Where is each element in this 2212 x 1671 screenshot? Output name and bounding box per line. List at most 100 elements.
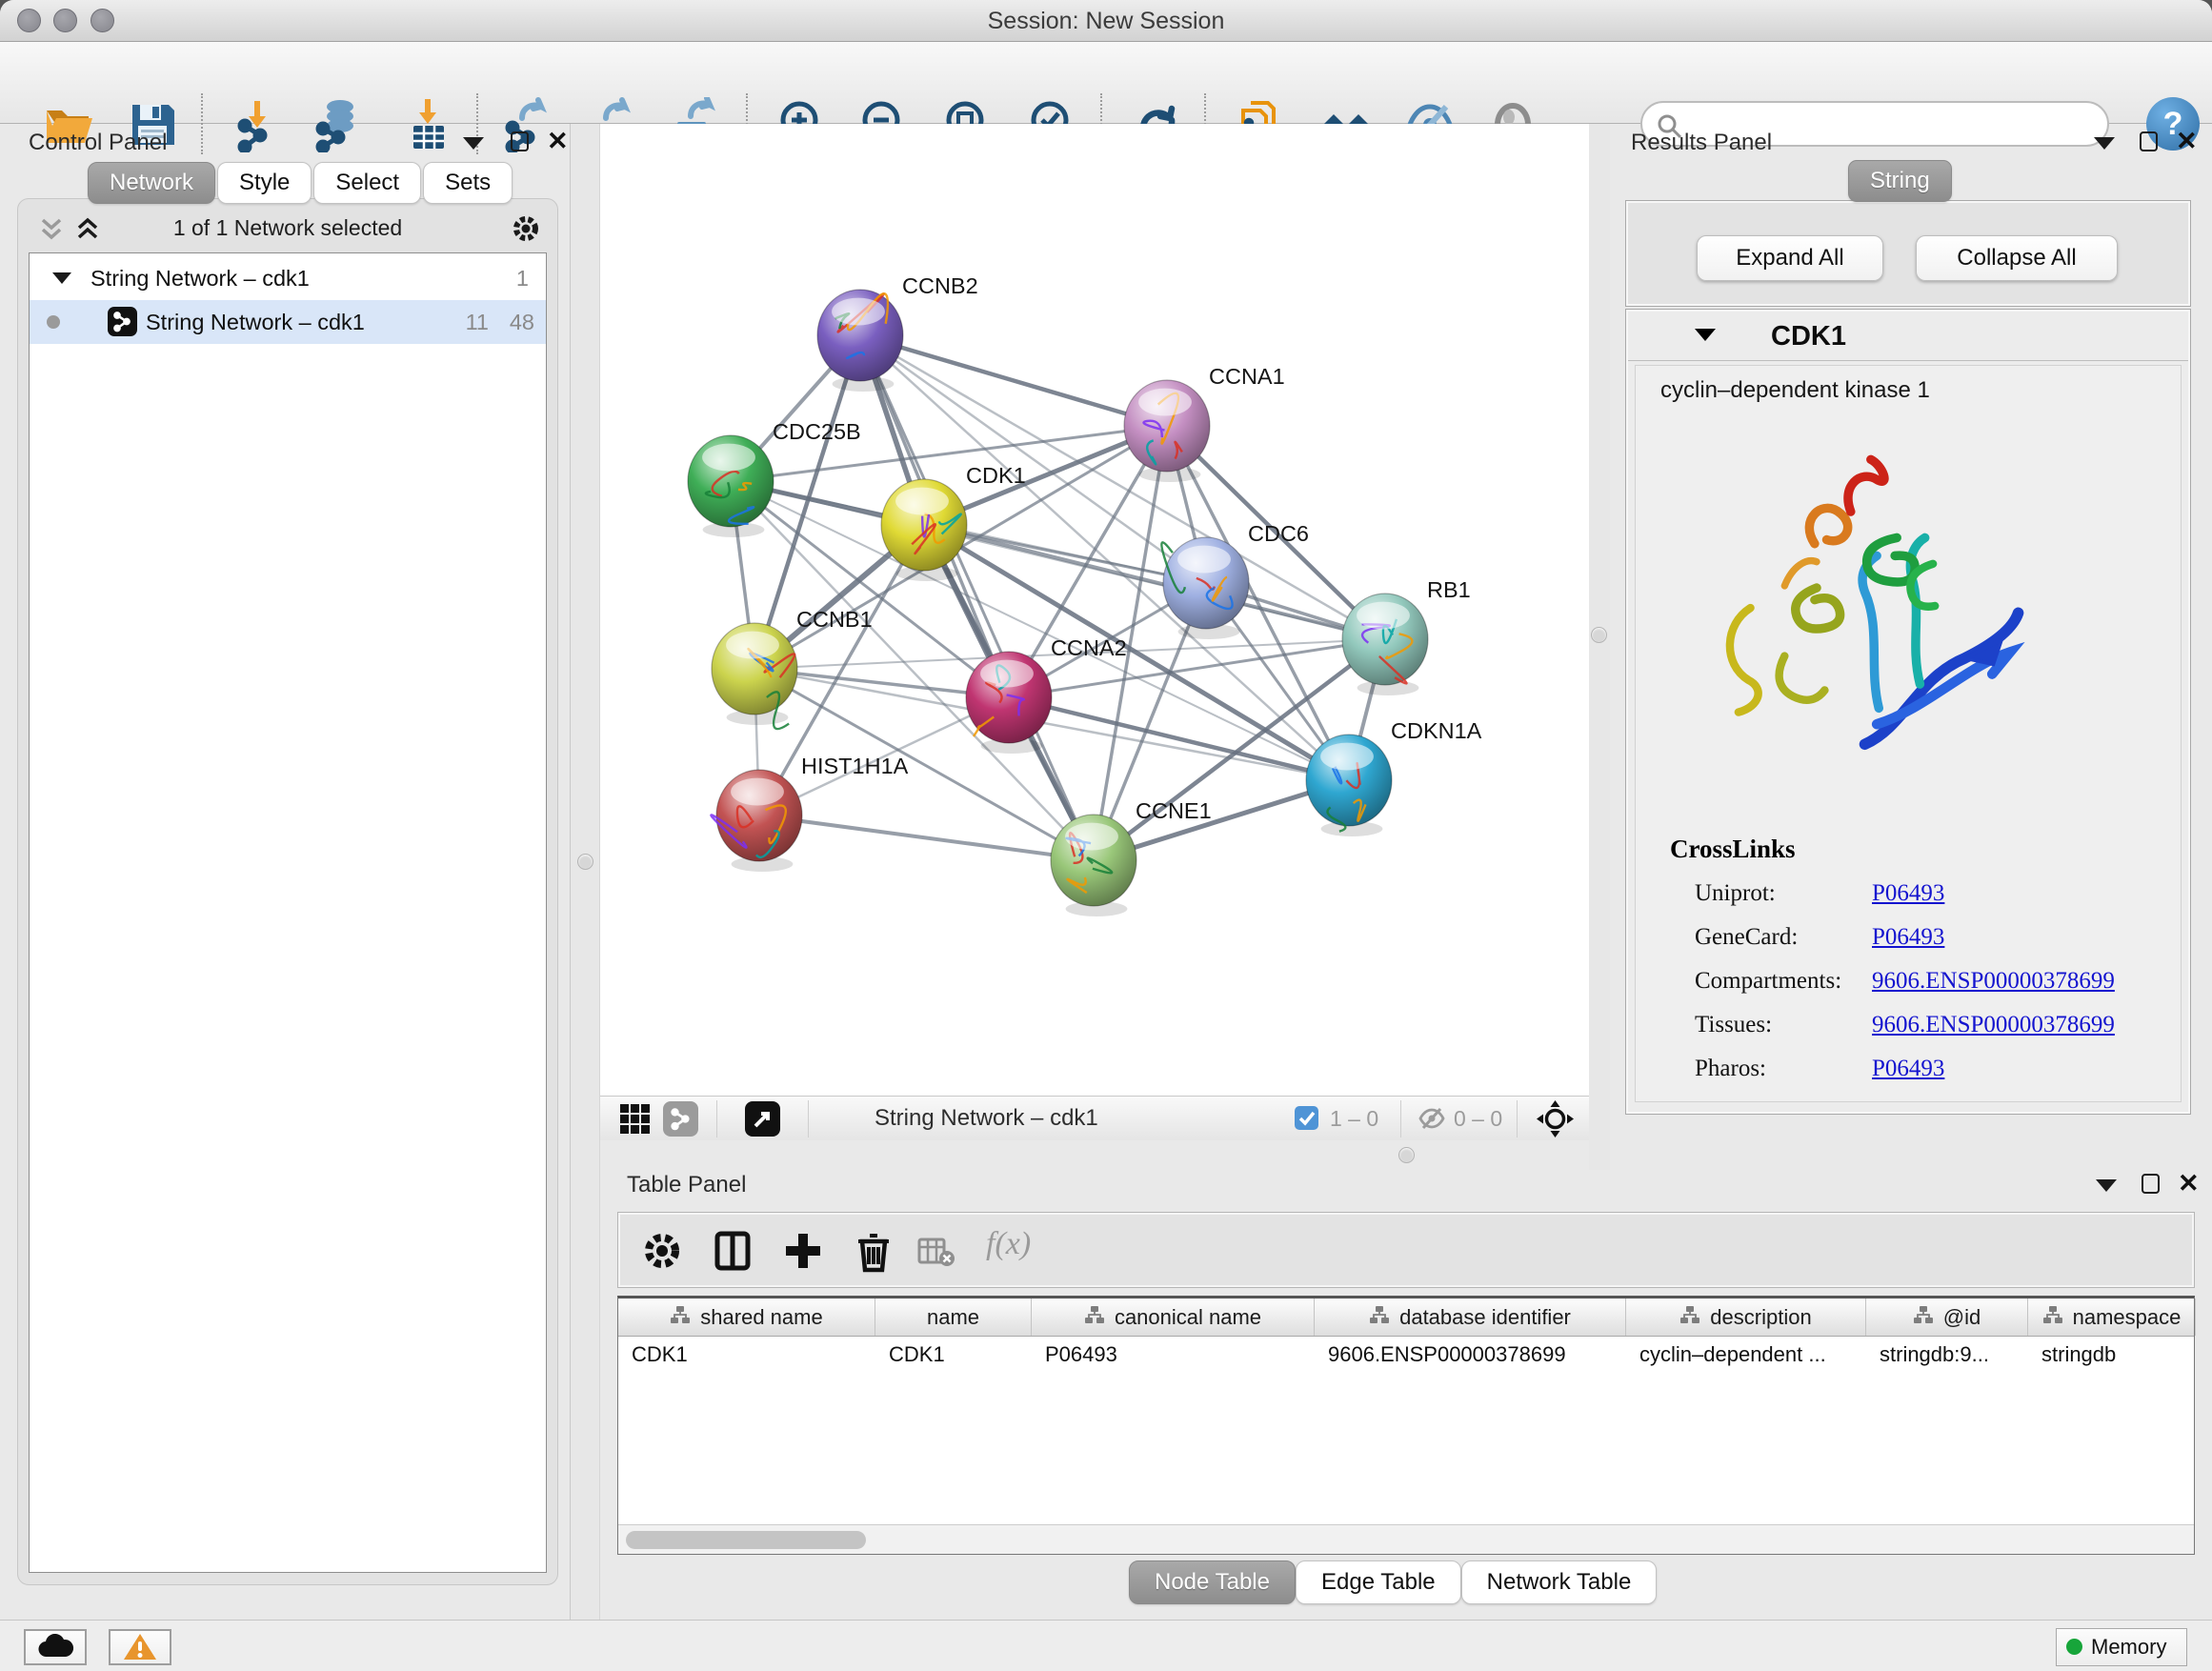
table-options-gear-button[interactable] bbox=[639, 1228, 685, 1274]
network-node-RB1[interactable] bbox=[1342, 594, 1428, 695]
control-panel: Control Panel ✕ NetworkStyleSelectSets 1… bbox=[6, 124, 570, 1595]
crosslink-link[interactable]: P06493 bbox=[1872, 880, 1944, 907]
column-header-description[interactable]: description bbox=[1626, 1299, 1866, 1336]
results-panel-menu-button[interactable] bbox=[2094, 137, 2115, 150]
grid-view-icon[interactable] bbox=[617, 1101, 653, 1137]
column-header--id[interactable]: @id bbox=[1866, 1299, 2028, 1336]
table-panel-title: Table Panel bbox=[627, 1172, 746, 1198]
node-label-CDC6: CDC6 bbox=[1248, 521, 1309, 546]
node-label-CCNA1: CCNA1 bbox=[1209, 364, 1285, 389]
network-row-selected[interactable]: String Network – cdk1 11 48 bbox=[30, 300, 546, 344]
tab-select[interactable]: Select bbox=[313, 162, 421, 204]
gene-section-header[interactable]: CDK1 bbox=[1628, 312, 2188, 361]
navigate-crosshair-icon[interactable] bbox=[1536, 1099, 1575, 1138]
scrollbar-thumb[interactable] bbox=[626, 1531, 866, 1549]
crosslink-link[interactable]: 9606.ENSP00000378699 bbox=[1872, 1012, 2115, 1038]
crosslink-label: Tissues: bbox=[1695, 1012, 1772, 1038]
collapse-all-button[interactable]: Collapse All bbox=[1916, 235, 2118, 281]
results-panel-close-button[interactable]: ✕ bbox=[2176, 131, 2198, 151]
tab-style[interactable]: Style bbox=[217, 162, 312, 204]
birdseye-view-icon[interactable] bbox=[745, 1101, 780, 1137]
network-node-HIST1H1A[interactable] bbox=[711, 770, 802, 872]
table-panel-menu-button[interactable] bbox=[2096, 1179, 2117, 1192]
network-view-icon[interactable] bbox=[663, 1101, 698, 1137]
right-splitter[interactable] bbox=[1589, 124, 1610, 1170]
node-count: 11 bbox=[466, 310, 489, 335]
selected-checkbox-icon[interactable] bbox=[1294, 1105, 1319, 1131]
tab-sets[interactable]: Sets bbox=[423, 162, 513, 204]
table-row[interactable]: CDK1CDK1P064939606.ENSP00000378699cyclin… bbox=[618, 1338, 2194, 1372]
edge-count: 48 bbox=[510, 310, 534, 335]
table-cell[interactable]: stringdb bbox=[2028, 1338, 2196, 1372]
table-panel-float-button[interactable] bbox=[2142, 1174, 2160, 1194]
network-edge[interactable] bbox=[860, 335, 1167, 426]
network-node-CCNE1[interactable] bbox=[1051, 815, 1136, 916]
column-header-shared-name[interactable]: shared name bbox=[618, 1299, 875, 1336]
add-column-button[interactable] bbox=[780, 1228, 826, 1274]
table-cell[interactable]: P06493 bbox=[1032, 1338, 1315, 1372]
control-panel-float-button[interactable] bbox=[511, 131, 529, 151]
network-node-CCNB1[interactable] bbox=[712, 623, 797, 729]
table-panel: Table Panel ✕ f(x) shared namenamecanoni… bbox=[600, 1170, 2212, 1620]
tab-node-table[interactable]: Node Table bbox=[1129, 1560, 1296, 1604]
table-cell[interactable]: CDK1 bbox=[618, 1338, 875, 1372]
table-cell[interactable]: CDK1 bbox=[875, 1338, 1032, 1372]
selected-count: 1 – 0 bbox=[1330, 1106, 1378, 1132]
crosslink-link[interactable]: 9606.ENSP00000378699 bbox=[1872, 968, 2115, 995]
column-header-database-identifier[interactable]: database identifier bbox=[1315, 1299, 1626, 1336]
memory-button[interactable]: Memory bbox=[2056, 1628, 2187, 1666]
warnings-button[interactable] bbox=[109, 1629, 171, 1665]
crosslink-link[interactable]: P06493 bbox=[1872, 1056, 1944, 1082]
window-title: Session: New Session bbox=[0, 0, 2212, 42]
function-builder-button[interactable]: f(x) bbox=[986, 1226, 1031, 1262]
tab-network[interactable]: Network bbox=[88, 162, 215, 204]
tab-string[interactable]: String bbox=[1848, 160, 1952, 202]
table-panel-close-button[interactable]: ✕ bbox=[2178, 1173, 2200, 1194]
hidden-eye-icon[interactable] bbox=[1418, 1105, 1446, 1132]
splitter-grip[interactable] bbox=[1591, 627, 1607, 643]
column-header-canonical-name[interactable]: canonical name bbox=[1032, 1299, 1315, 1336]
shared-column-icon bbox=[1679, 1305, 1700, 1330]
results-actions-box: Expand All Collapse All bbox=[1625, 200, 2191, 307]
column-header-namespace[interactable]: namespace bbox=[2028, 1299, 2196, 1336]
tab-network-table[interactable]: Network Table bbox=[1461, 1560, 1658, 1604]
table-cell[interactable]: stringdb:9... bbox=[1866, 1338, 2028, 1372]
control-panel-close-button[interactable]: ✕ bbox=[547, 131, 569, 151]
network-edge[interactable] bbox=[759, 815, 1094, 860]
network-edge[interactable] bbox=[860, 335, 1094, 860]
delete-column-button[interactable] bbox=[851, 1228, 896, 1274]
network-node-CCNB2[interactable] bbox=[817, 290, 903, 392]
node-label-CDKN1A: CDKN1A bbox=[1391, 718, 1482, 743]
network-options-gear-button[interactable] bbox=[510, 212, 542, 245]
table-horizontal-scrollbar[interactable] bbox=[618, 1524, 2194, 1554]
network-node-CDC25B[interactable] bbox=[688, 435, 774, 537]
network-canvas[interactable]: CCNB2CCNA1CDC25BCDK1CDC6RB1CCNB1CCNA2CDK… bbox=[600, 124, 1589, 1096]
network-node-CCNA1[interactable] bbox=[1124, 380, 1210, 482]
node-label-CCNB1: CCNB1 bbox=[796, 607, 873, 632]
section-expander-icon[interactable] bbox=[1695, 329, 1716, 341]
network-collection-row[interactable]: String Network – cdk1 1 bbox=[30, 256, 546, 300]
splitter-grip[interactable] bbox=[577, 854, 593, 870]
crosslink-label: GeneCard: bbox=[1695, 924, 1798, 951]
table-cell[interactable]: cyclin–dependent ... bbox=[1626, 1338, 1866, 1372]
tab-edge-table[interactable]: Edge Table bbox=[1296, 1560, 1461, 1604]
left-splitter[interactable] bbox=[570, 124, 600, 1620]
tree-expander-icon[interactable] bbox=[52, 272, 71, 284]
network-view-footer: String Network – cdk1 1 – 0 0 – 0 bbox=[600, 1096, 1589, 1140]
table-type-tabs: Node TableEdge TableNetwork Table bbox=[1129, 1560, 1657, 1604]
titlebar: Session: New Session bbox=[0, 0, 2212, 42]
bottom-splitter-grip[interactable] bbox=[1398, 1147, 1415, 1163]
expand-all-button[interactable]: Expand All bbox=[1697, 235, 1883, 281]
network-tree: String Network – cdk1 1 String Network –… bbox=[29, 252, 547, 1573]
delete-table-button[interactable] bbox=[917, 1236, 955, 1268]
control-panel-menu-button[interactable] bbox=[463, 137, 484, 150]
table-cell[interactable]: 9606.ENSP00000378699 bbox=[1315, 1338, 1626, 1372]
column-header-name[interactable]: name bbox=[875, 1299, 1032, 1336]
network-node-CDKN1A[interactable] bbox=[1306, 735, 1392, 836]
crosslinks-title: CrossLinks bbox=[1670, 835, 1796, 864]
results-panel-float-button[interactable] bbox=[2140, 131, 2158, 151]
show-columns-button[interactable] bbox=[710, 1228, 755, 1274]
crosslink-link[interactable]: P06493 bbox=[1872, 924, 1944, 951]
crosslink-label: Compartments: bbox=[1695, 968, 1841, 995]
cloud-button[interactable] bbox=[24, 1629, 87, 1665]
